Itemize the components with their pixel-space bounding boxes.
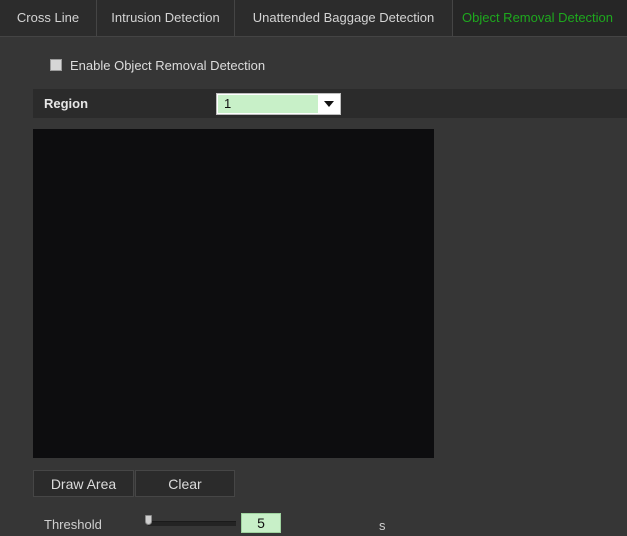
tab-object-removal-detection[interactable]: Object Removal Detection: [453, 0, 627, 36]
threshold-unit: s: [379, 518, 386, 533]
region-value: 1: [218, 95, 318, 113]
clear-button[interactable]: Clear: [135, 470, 235, 497]
video-preview[interactable]: [33, 129, 434, 458]
draw-area-button[interactable]: Draw Area: [33, 470, 134, 497]
tab-intrusion-detection[interactable]: Intrusion Detection: [97, 0, 235, 36]
region-label: Region: [44, 96, 89, 111]
enable-row: Enable Object Removal Detection: [50, 56, 265, 74]
enable-label: Enable Object Removal Detection: [70, 57, 266, 73]
threshold-input[interactable]: [241, 513, 281, 533]
enable-checkbox[interactable]: [50, 59, 62, 71]
chevron-down-icon: [324, 101, 334, 107]
threshold-slider-track[interactable]: [148, 521, 236, 526]
threshold-label: Threshold: [44, 517, 102, 532]
region-bar: Region 1: [33, 89, 627, 118]
threshold-slider-thumb[interactable]: [145, 515, 152, 525]
tab-cross-line[interactable]: Cross Line: [0, 0, 97, 36]
tab-bar: Cross Line Intrusion Detection Unattende…: [0, 0, 627, 37]
region-select[interactable]: 1: [216, 93, 341, 115]
tab-unattended-baggage-detection[interactable]: Unattended Baggage Detection: [235, 0, 453, 36]
